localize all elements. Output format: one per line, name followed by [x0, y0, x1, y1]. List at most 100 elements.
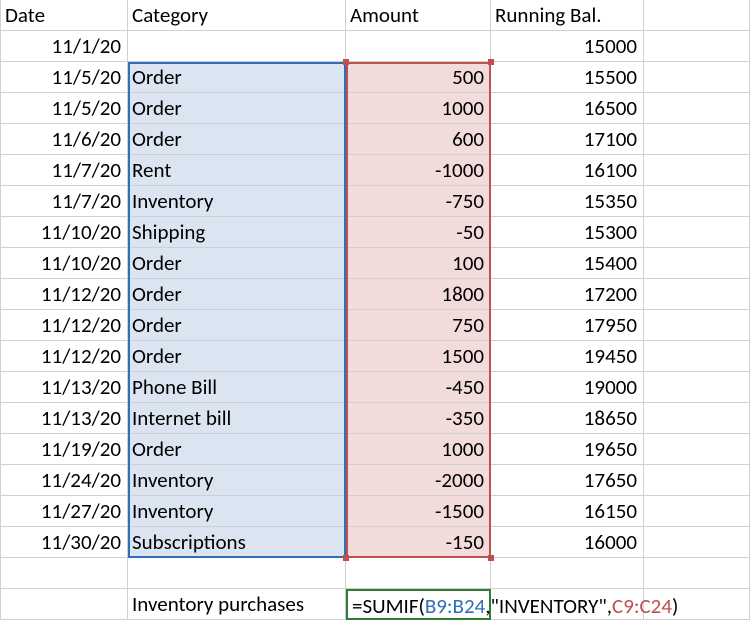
cell-empty-e[interactable]	[644, 527, 750, 558]
cell-balance[interactable]: 16000	[491, 527, 644, 558]
cell-amount[interactable]: 100	[346, 248, 491, 279]
cell-balance[interactable]: 17100	[491, 124, 644, 155]
cell-date[interactable]: 11/6/20	[0, 124, 128, 155]
cell-category[interactable]: Inventory	[128, 186, 346, 217]
cell-date[interactable]: 11/12/20	[0, 310, 128, 341]
cell-category[interactable]: Order	[128, 310, 346, 341]
cell-balance[interactable]: 18650	[491, 403, 644, 434]
cell-balance[interactable]: 15350	[491, 186, 644, 217]
cell-empty-e[interactable]	[644, 31, 750, 62]
cell-amount[interactable]: 1000	[346, 434, 491, 465]
cell-category[interactable]: Order	[128, 248, 346, 279]
empty-cell[interactable]	[0, 558, 128, 589]
header-empty-e[interactable]	[644, 0, 750, 31]
cell-category[interactable]: Order	[128, 62, 346, 93]
empty-cell[interactable]	[346, 558, 491, 589]
cell-date[interactable]: 11/1/20	[0, 31, 128, 62]
cell-balance[interactable]: 15000	[491, 31, 644, 62]
cell-amount[interactable]: -150	[346, 527, 491, 558]
cell-balance[interactable]: 16500	[491, 93, 644, 124]
empty-cell[interactable]	[128, 558, 346, 589]
cell-date[interactable]: 11/12/20	[0, 279, 128, 310]
cell-balance[interactable]: 16100	[491, 155, 644, 186]
header-amount[interactable]: Amount	[346, 0, 491, 31]
cell-empty-e[interactable]	[644, 62, 750, 93]
cell-amount[interactable]: -750	[346, 186, 491, 217]
cell-amount[interactable]: -2000	[346, 465, 491, 496]
header-category[interactable]: Category	[128, 0, 346, 31]
cell-empty-e[interactable]	[644, 186, 750, 217]
cell-category[interactable]: Order	[128, 93, 346, 124]
cell-empty-e[interactable]	[644, 217, 750, 248]
cell-date[interactable]: 11/30/20	[0, 527, 128, 558]
formula-cell[interactable]: =SUMIF(B9:B24,"INVENTORY",C9:C24)	[346, 589, 491, 620]
cell-amount[interactable]: -350	[346, 403, 491, 434]
cell-date[interactable]: 11/7/20	[0, 155, 128, 186]
cell-balance[interactable]: 16150	[491, 496, 644, 527]
header-balance[interactable]: Running Bal.	[491, 0, 644, 31]
cell-category[interactable]: Order	[128, 279, 346, 310]
cell-empty-e[interactable]	[644, 465, 750, 496]
cell-empty-e[interactable]	[644, 124, 750, 155]
cell-amount[interactable]: 1000	[346, 93, 491, 124]
cell-amount[interactable]: 600	[346, 124, 491, 155]
cell-empty-e[interactable]	[644, 403, 750, 434]
empty-cell[interactable]	[491, 558, 644, 589]
header-date[interactable]: Date	[0, 0, 128, 31]
cell-date[interactable]: 11/7/20	[0, 186, 128, 217]
cell-balance[interactable]: 17200	[491, 279, 644, 310]
cell-amount[interactable]: -450	[346, 372, 491, 403]
cell-amount[interactable]: 1800	[346, 279, 491, 310]
empty-cell[interactable]	[644, 558, 750, 589]
cell-amount[interactable]: 500	[346, 62, 491, 93]
cell-date[interactable]: 11/10/20	[0, 248, 128, 279]
summary-label[interactable]: Inventory purchases	[128, 589, 346, 620]
cell-balance[interactable]: 17650	[491, 465, 644, 496]
cell-category[interactable]: Phone Bill	[128, 372, 346, 403]
empty-cell[interactable]	[0, 589, 128, 620]
cell-category[interactable]: Inventory	[128, 465, 346, 496]
cell-empty-e[interactable]	[644, 93, 750, 124]
cell-amount[interactable]: -1500	[346, 496, 491, 527]
cell-amount[interactable]	[346, 31, 491, 62]
cell-balance[interactable]: 17950	[491, 310, 644, 341]
cell-date[interactable]: 11/10/20	[0, 217, 128, 248]
cell-empty-e[interactable]	[644, 310, 750, 341]
cell-empty-e[interactable]	[644, 496, 750, 527]
spreadsheet-grid[interactable]: Date Category Amount Running Bal. 11/1/2…	[0, 0, 750, 620]
cell-category[interactable]: Order	[128, 341, 346, 372]
cell-date[interactable]: 11/5/20	[0, 93, 128, 124]
cell-amount[interactable]: 750	[346, 310, 491, 341]
cell-category[interactable]: Order	[128, 124, 346, 155]
cell-date[interactable]: 11/5/20	[0, 62, 128, 93]
cell-category[interactable]: Inventory	[128, 496, 346, 527]
cell-category[interactable]: Subscriptions	[128, 527, 346, 558]
cell-amount[interactable]: -1000	[346, 155, 491, 186]
cell-date[interactable]: 11/12/20	[0, 341, 128, 372]
cell-date[interactable]: 11/13/20	[0, 372, 128, 403]
cell-date[interactable]: 11/19/20	[0, 434, 128, 465]
cell-category[interactable]: Rent	[128, 155, 346, 186]
cell-balance[interactable]: 15400	[491, 248, 644, 279]
formula-text: =SUMIF(B9:B24,"INVENTORY",C9:C24)	[348, 591, 682, 622]
cell-empty-e[interactable]	[644, 372, 750, 403]
cell-category[interactable]	[128, 31, 346, 62]
cell-category[interactable]: Internet bill	[128, 403, 346, 434]
cell-date[interactable]: 11/13/20	[0, 403, 128, 434]
cell-amount[interactable]: 1500	[346, 341, 491, 372]
cell-balance[interactable]: 19450	[491, 341, 644, 372]
cell-empty-e[interactable]	[644, 341, 750, 372]
cell-empty-e[interactable]	[644, 279, 750, 310]
cell-balance[interactable]: 15300	[491, 217, 644, 248]
cell-date[interactable]: 11/27/20	[0, 496, 128, 527]
cell-empty-e[interactable]	[644, 155, 750, 186]
cell-amount[interactable]: -50	[346, 217, 491, 248]
cell-date[interactable]: 11/24/20	[0, 465, 128, 496]
cell-category[interactable]: Shipping	[128, 217, 346, 248]
cell-empty-e[interactable]	[644, 434, 750, 465]
cell-empty-e[interactable]	[644, 248, 750, 279]
cell-balance[interactable]: 15500	[491, 62, 644, 93]
cell-balance[interactable]: 19000	[491, 372, 644, 403]
cell-category[interactable]: Order	[128, 434, 346, 465]
cell-balance[interactable]: 19650	[491, 434, 644, 465]
